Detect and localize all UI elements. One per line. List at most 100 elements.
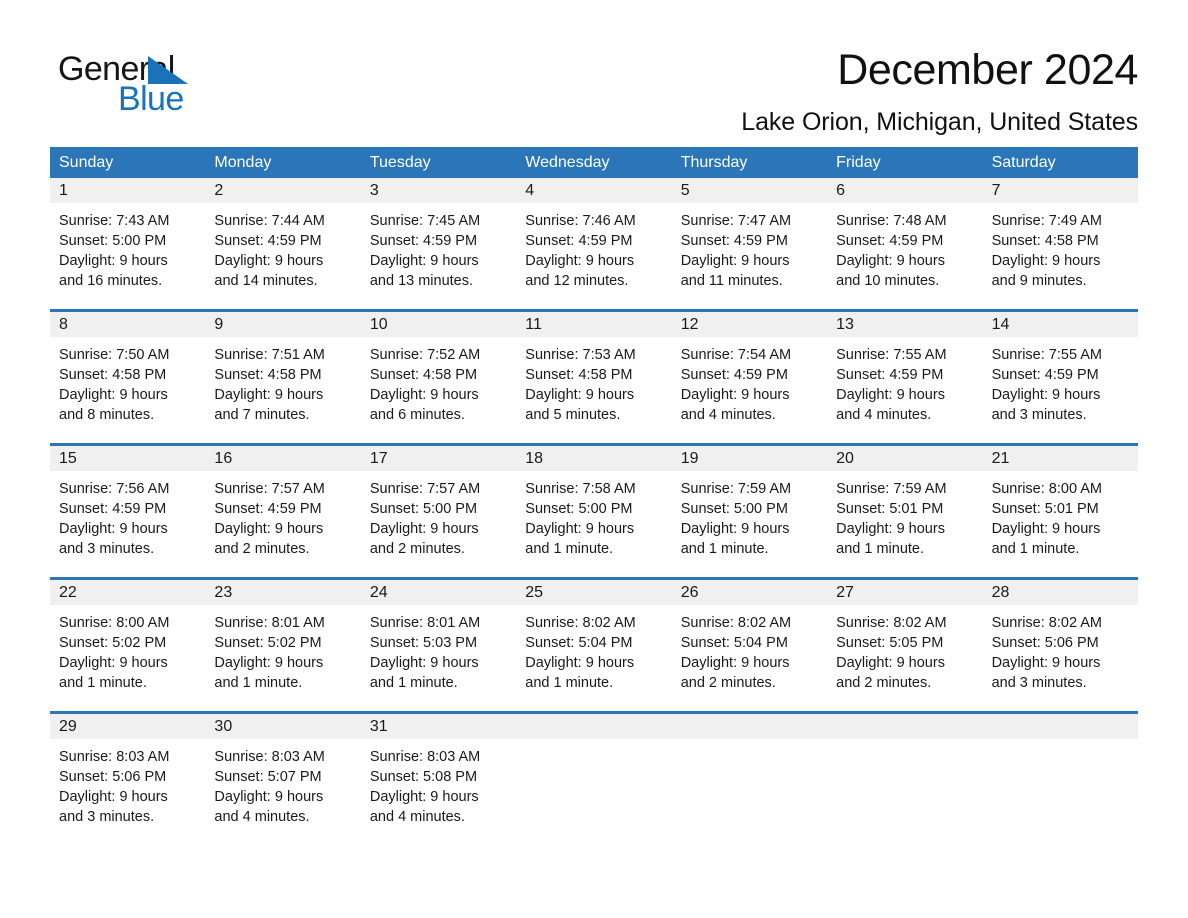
day-cell[interactable]: 31 Sunrise: 8:03 AM Sunset: 5:08 PM Dayligh… [360,714,517,836]
day-cell[interactable]: 28 Sunrise: 8:02 AM Sunset: 5:06 PM Dayligh… [982,580,1138,702]
day-cell[interactable]: 16 Sunrise: 7:57 AM Sunset: 4:59 PM Dayligh… [205,446,361,568]
day-cell[interactable]: 13 Sunrise: 7:55 AM Sunset: 4:59 PM Dayligh… [827,312,983,434]
day-cell[interactable]: 26 Sunrise: 8:02 AM Sunset: 5:04 PM Dayligh… [671,580,828,702]
day-cell[interactable]: 27 Sunrise: 8:02 AM Sunset: 5:05 PM Dayligh… [827,580,983,702]
day-detail-sunrise: Sunrise: 8:00 AM [991,481,1102,497]
day-cell[interactable]: 17 Sunrise: 7:57 AM Sunset: 5:00 PM Dayligh… [360,446,517,568]
day-cell[interactable]: 9 Sunrise: 7:51 AM Sunset: 4:58 PM Daylight… [205,312,361,434]
day-detail-sunrise: Sunrise: 8:03 AM [214,749,325,765]
day-cell[interactable]: 10 Sunrise: 7:52 AM Sunset: 4:58 PM Dayligh… [360,312,517,434]
day-cell[interactable]: 30 Sunrise: 8:03 AM Sunset: 5:07 PM Dayligh… [205,714,361,836]
day-details: Sunrise: 8:00 AM Sunset: 5:01 PM Daylight:… [983,471,1138,559]
day-cell[interactable]: 22 Sunrise: 8:00 AM Sunset: 5:02 PM Dayligh… [50,580,206,702]
day-detail-daylight: and 9 minutes. [991,273,1087,289]
day-number: 21 [991,450,1010,467]
day-details: Sunrise: 7:48 AM Sunset: 4:59 PM Daylight:… [827,203,982,291]
day-number-band: 22 [50,580,206,605]
day-detail-sunrise: Sunrise: 7:48 AM [836,213,947,229]
day-detail-daylight: Daylight: 9 hours [214,253,324,269]
day-number-band: 17 [360,446,517,471]
day-cell[interactable]: 24 Sunrise: 8:01 AM Sunset: 5:03 PM Dayligh… [360,580,517,702]
day-details: Sunrise: 8:02 AM Sunset: 5:04 PM Daylight:… [516,605,671,693]
day-details: Sunrise: 7:55 AM Sunset: 4:59 PM Daylight:… [827,337,982,425]
day-detail-sunrise: Sunrise: 8:03 AM [59,749,170,765]
day-detail-daylight: Daylight: 9 hours [59,387,168,403]
day-cell-empty [982,714,1138,836]
day-number-band: 25 [516,580,672,605]
day-details: Sunrise: 8:02 AM Sunset: 5:05 PM Daylight:… [827,605,982,693]
day-detail-sunset: Sunset: 5:08 PM [369,769,478,785]
day-details: Sunrise: 7:52 AM Sunset: 4:58 PM Daylight:… [361,337,516,425]
day-detail-sunset: Sunset: 5:00 PM [369,501,478,517]
day-detail-daylight: and 2 minutes. [214,541,310,557]
day-detail-sunset: Sunset: 4:58 PM [991,233,1099,249]
day-detail-daylight: Daylight: 9 hours [680,521,790,537]
day-cell[interactable]: 2 Sunrise: 7:44 AM Sunset: 4:59 PM Daylight… [205,178,361,300]
weekday-header-row: Sunday Monday Tuesday Wednesday Thursday Frid… [50,147,1138,178]
day-detail-daylight: and 11 minutes. [680,273,783,289]
day-details: Sunrise: 7:50 AM Sunset: 4:58 PM Daylight:… [50,337,205,425]
day-details: Sunrise: 8:03 AM Sunset: 5:08 PM Daylight:… [361,739,516,827]
day-cell[interactable]: 1 Sunrise: 7:43 AM Sunset: 5:00 PM Daylight… [50,178,206,300]
day-detail-daylight: and 14 minutes. [214,273,318,289]
day-detail-sunset: Sunset: 4:58 PM [525,367,633,383]
day-number-band: 11 [516,312,672,337]
day-detail-sunrise: Sunrise: 7:58 AM [525,481,636,497]
day-number: 30 [214,718,233,735]
day-cell[interactable]: 25 Sunrise: 8:02 AM Sunset: 5:04 PM Dayligh… [516,580,672,702]
day-number-band: 31 [360,714,517,739]
day-cell[interactable]: 23 Sunrise: 8:01 AM Sunset: 5:02 PM Dayligh… [205,580,361,702]
day-cell[interactable]: 18 Sunrise: 7:58 AM Sunset: 5:00 PM Dayligh… [516,446,672,568]
day-cell[interactable]: 11 Sunrise: 7:53 AM Sunset: 4:58 PM Dayligh… [516,312,672,434]
day-cell[interactable]: 7 Sunrise: 7:49 AM Sunset: 4:58 PM Daylight… [982,178,1138,300]
day-cell[interactable]: 5 Sunrise: 7:47 AM Sunset: 4:59 PM Daylight… [671,178,828,300]
day-number: 5 [680,182,690,199]
day-number-band: 29 [50,714,206,739]
day-number: 17 [369,450,388,467]
day-detail-sunrise: Sunrise: 8:02 AM [991,615,1102,631]
day-detail-daylight: Daylight: 9 hours [991,387,1101,403]
day-number-band: 27 [827,580,983,605]
day-detail-daylight: and 5 minutes. [525,407,621,423]
day-cell[interactable]: 29 Sunrise: 8:03 AM Sunset: 5:06 PM Dayligh… [50,714,206,836]
day-detail-daylight: Daylight: 9 hours [214,789,324,805]
day-number: 26 [680,584,699,601]
day-cell[interactable]: 14 Sunrise: 7:55 AM Sunset: 4:59 PM Dayligh… [982,312,1138,434]
day-number-band: 2 [205,178,361,203]
day-number: 20 [836,450,854,467]
day-cell[interactable]: 3 Sunrise: 7:45 AM Sunset: 4:59 PM Daylight… [360,178,517,300]
day-detail-daylight: and 13 minutes. [369,273,474,289]
day-cell[interactable]: 20 Sunrise: 7:59 AM Sunset: 5:01 PM Dayligh… [827,446,983,568]
weekday-header-sunday: Sunday [59,154,114,171]
day-detail-daylight: Daylight: 9 hours [525,253,635,269]
day-detail-sunrise: Sunrise: 8:00 AM [59,615,170,631]
day-number: 25 [525,584,544,601]
day-detail-daylight: and 1 minute. [59,675,147,691]
day-number-band: 15 [50,446,206,471]
weekday-header-saturday: Saturday [991,154,1056,171]
day-number-band: 9 [205,312,361,337]
day-cell[interactable]: 15 Sunrise: 7:56 AM Sunset: 4:59 PM Dayligh… [50,446,206,568]
calendar-week-row: 15 Sunrise: 7:56 AM Sunset: 4:59 PM Dayligh… [50,443,1138,568]
day-cell[interactable]: 8 Sunrise: 7:50 AM Sunset: 4:58 PM Daylight… [50,312,206,434]
day-number: 16 [214,450,233,467]
day-details: Sunrise: 8:03 AM Sunset: 5:06 PM Daylight:… [50,739,205,827]
page-header: General Blue December 2024 Lake Orion, M… [50,0,1138,136]
day-cell[interactable]: 6 Sunrise: 7:48 AM Sunset: 4:59 PM Daylight… [827,178,983,300]
day-detail-daylight: and 1 minute. [525,675,614,691]
calendar-grid: Sunday Monday Tuesday Wednesday Thursday Frid… [50,147,1138,836]
day-cell[interactable]: 4 Sunrise: 7:46 AM Sunset: 4:59 PM Daylight… [516,178,672,300]
day-cell[interactable]: 19 Sunrise: 7:59 AM Sunset: 5:00 PM Dayligh… [671,446,828,568]
day-detail-sunset: Sunset: 5:02 PM [214,635,322,651]
calendar-week-row: 22 Sunrise: 8:00 AM Sunset: 5:02 PM Dayligh… [50,577,1138,702]
day-number-band: 19 [671,446,828,471]
day-detail-sunset: Sunset: 4:58 PM [59,367,167,383]
day-detail-sunset: Sunset: 5:01 PM [991,501,1099,517]
day-number-band: 18 [516,446,672,471]
day-number-band: 23 [205,580,361,605]
day-cell[interactable]: 12 Sunrise: 7:54 AM Sunset: 4:59 PM Dayligh… [671,312,828,434]
day-detail-sunrise: Sunrise: 7:52 AM [369,347,481,363]
day-number: 24 [369,584,388,601]
day-cell[interactable]: 21 Sunrise: 8:00 AM Sunset: 5:01 PM Dayligh… [982,446,1138,568]
day-detail-sunset: Sunset: 4:59 PM [59,501,167,517]
